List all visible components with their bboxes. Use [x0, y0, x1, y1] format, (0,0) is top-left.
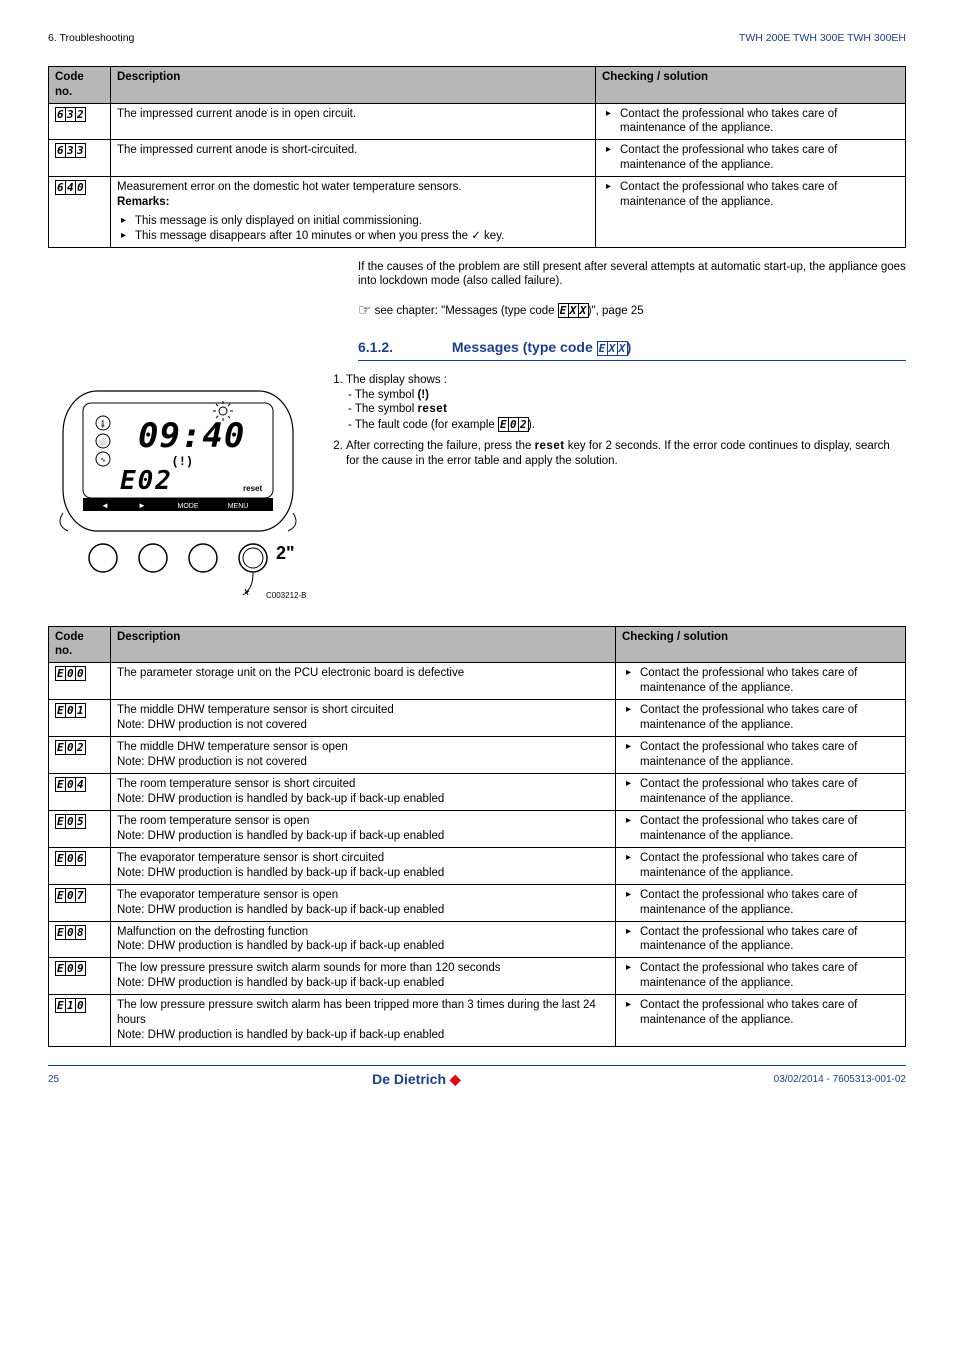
- svg-text:⚪: ⚪: [99, 437, 108, 446]
- mid-text-block: If the causes of the problem are still p…: [358, 260, 906, 361]
- table-row: 640 Measurement error on the domestic ho…: [49, 177, 906, 248]
- list-item: The display shows : - The symbol (!) - T…: [346, 373, 906, 434]
- desc-cell: The impressed current anode is in open c…: [111, 103, 596, 140]
- desc-cell: The room temperature sensor is openNote:…: [111, 810, 616, 847]
- solution-text: Contact the professional who takes care …: [622, 703, 899, 733]
- desc-cell: The low pressure pressure switch alarm s…: [111, 958, 616, 995]
- code-display: E02: [55, 740, 85, 755]
- solution-text: Contact the professional who takes care …: [602, 107, 899, 137]
- code-display: E05: [55, 814, 85, 829]
- svg-text:(‎ ! ): (‎ ! ): [173, 454, 192, 468]
- table-row: E04 The room temperature sensor is short …: [49, 774, 906, 811]
- svg-text:🌡: 🌡: [99, 420, 108, 428]
- svg-text:◄: ◄: [101, 501, 109, 510]
- desc-cell: The middle DHW temperature sensor is sho…: [111, 700, 616, 737]
- table-row: E10 The low pressure pressure switch alar…: [49, 995, 906, 1047]
- code-display: 633: [55, 143, 85, 158]
- desc-cell: The impressed current anode is short-cir…: [111, 140, 596, 177]
- code-display: 632: [55, 107, 85, 122]
- display-steps: The display shows : - The symbol (!) - T…: [328, 373, 906, 470]
- section-6-1-2-heading: 6.1.2. Messages (type code EXX): [358, 338, 906, 360]
- table-row: E05 The room temperature sensor is openNo…: [49, 810, 906, 847]
- page-footer: 25 De Dietrich ◆ 03/02/2014 - 7605313-00…: [48, 1065, 906, 1088]
- desc-cell: The evaporator temperature sensor is ope…: [111, 884, 616, 921]
- th-desc: Description: [111, 66, 596, 103]
- svg-text:►: ►: [138, 501, 146, 510]
- code-display: 640: [55, 180, 85, 195]
- desc-cell: The parameter storage unit on the PCU el…: [111, 663, 616, 700]
- table-row: E07 The evaporator temperature sensor is …: [49, 884, 906, 921]
- table-codes-2: Code no. Description Checking / solution…: [48, 626, 906, 1048]
- table-row: E08 Malfunction on the defrosting functio…: [49, 921, 906, 958]
- code-display: E08: [55, 925, 85, 940]
- code-display: E06: [55, 851, 85, 866]
- th-check: Checking / solution: [616, 626, 906, 663]
- table-row: E06 The evaporator temperature sensor is …: [49, 847, 906, 884]
- solution-text: Contact the professional who takes care …: [622, 740, 899, 770]
- desc-cell: The room temperature sensor is short cir…: [111, 774, 616, 811]
- code-display: E00: [55, 666, 85, 681]
- th-code: Code no.: [49, 626, 111, 663]
- table-codes-1: Code no. Description Checking / solution…: [48, 66, 906, 248]
- table-row: E01 The middle DHW temperature sensor is …: [49, 700, 906, 737]
- svg-text:reset: reset: [243, 484, 262, 493]
- brand-logo: De Dietrich ◆: [372, 1070, 461, 1088]
- solution-text: Contact the professional who takes care …: [622, 777, 899, 807]
- table-row: E00 The parameter storage unit on the PCU…: [49, 663, 906, 700]
- desc-cell: The low pressure pressure switch alarm h…: [111, 995, 616, 1047]
- remark-item: This message disappears after 10 minutes…: [117, 229, 589, 244]
- table-row: 632 The impressed current anode is in op…: [49, 103, 906, 140]
- solution-text: Contact the professional who takes care …: [602, 180, 899, 210]
- code-display: E07: [55, 888, 85, 903]
- svg-text:09:40: 09:40: [138, 416, 245, 456]
- solution-text: Contact the professional who takes care …: [622, 851, 899, 881]
- header-right: TWH 200E TWH 300E TWH 300EH: [739, 32, 906, 46]
- desc-cell: The middle DHW temperature sensor is ope…: [111, 737, 616, 774]
- see-chapter: ☞ see chapter: "Messages (type code EXX)…: [358, 301, 906, 321]
- svg-text:MODE: MODE: [178, 503, 199, 510]
- th-code: Code no.: [49, 66, 111, 103]
- desc-cell: The evaporator temperature sensor is sho…: [111, 847, 616, 884]
- solution-text: Contact the professional who takes care …: [622, 814, 899, 844]
- solution-text: Contact the professional who takes care …: [602, 143, 899, 173]
- table-row: 633 The impressed current anode is short…: [49, 140, 906, 177]
- list-item: After correcting the failure, press the …: [346, 439, 906, 469]
- table-row: E02 The middle DHW temperature sensor is …: [49, 737, 906, 774]
- solution-text: Contact the professional who takes care …: [622, 666, 899, 696]
- solution-text: Contact the professional who takes care …: [622, 888, 899, 918]
- svg-text:MENU: MENU: [228, 503, 249, 510]
- code-display: E04: [55, 777, 85, 792]
- hand-pointer-icon: ☞: [358, 302, 371, 319]
- device-diagram: 🌡 ⚪ ∿ 09:40 (‎ ! ) E02 reset ◄ ► MODE ME…: [48, 373, 308, 608]
- page-number: 25: [48, 1073, 59, 1086]
- svg-text:∿: ∿: [100, 457, 106, 464]
- desc-cell: Measurement error on the domestic hot wa…: [111, 177, 596, 248]
- display-panel-icon: 🌡 ⚪ ∿ 09:40 (‎ ! ) E02 reset ◄ ► MODE ME…: [48, 373, 308, 603]
- table-row: E09 The low pressure pressure switch alar…: [49, 958, 906, 995]
- code-display: E01: [55, 703, 85, 718]
- th-check: Checking / solution: [596, 66, 906, 103]
- header-left: 6. Troubleshooting: [48, 32, 134, 46]
- solution-text: Contact the professional who takes care …: [622, 925, 899, 955]
- desc-cell: Malfunction on the defrosting functionNo…: [111, 921, 616, 958]
- code-display: E10: [55, 998, 85, 1013]
- svg-text:E02: E02: [120, 466, 173, 496]
- solution-text: Contact the professional who takes care …: [622, 998, 899, 1028]
- page-header: 6. Troubleshooting TWH 200E TWH 300E TWH…: [48, 32, 906, 46]
- code-display: E09: [55, 961, 85, 976]
- remark-item: This message is only displayed on initia…: [117, 214, 589, 229]
- diamond-icon: ◆: [450, 1071, 461, 1087]
- svg-text:2": 2": [276, 543, 295, 563]
- th-desc: Description: [111, 626, 616, 663]
- failure-note: If the causes of the problem are still p…: [358, 260, 906, 290]
- doc-number: 03/02/2014 - 7605313-001-02: [774, 1073, 906, 1086]
- svg-text:C003212-B: C003212-B: [266, 591, 306, 600]
- solution-text: Contact the professional who takes care …: [622, 961, 899, 991]
